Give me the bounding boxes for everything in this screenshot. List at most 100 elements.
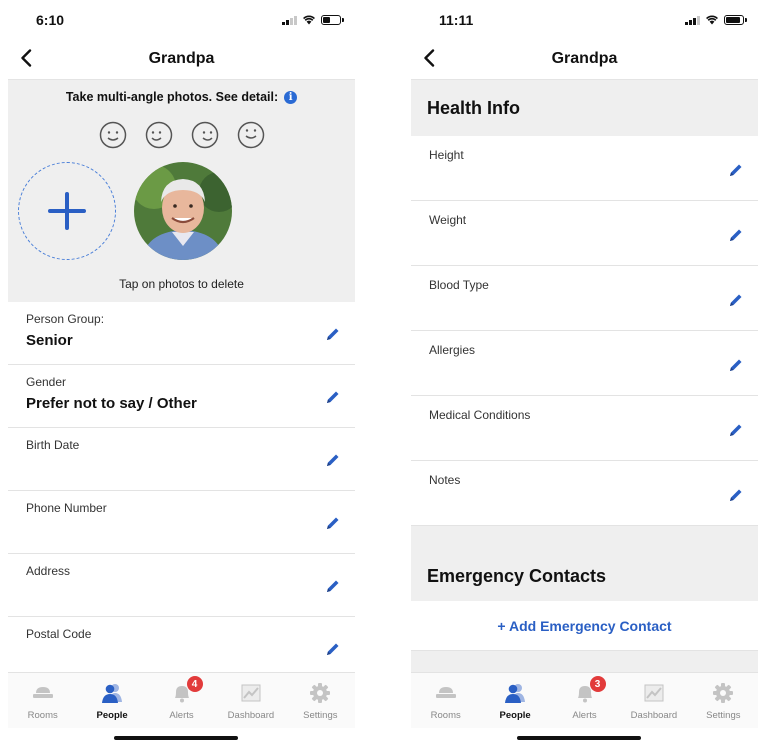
face-front-icon bbox=[99, 121, 126, 149]
gear-icon bbox=[713, 683, 734, 703]
tab-settings[interactable]: Settings bbox=[286, 673, 355, 728]
person-photo[interactable] bbox=[134, 162, 232, 260]
field-value: Prefer not to say / Other bbox=[26, 395, 197, 412]
photo-hint: Take multi-angle photos. See detail: i bbox=[8, 90, 355, 104]
home-indicator bbox=[517, 736, 641, 740]
field-label: Allergies bbox=[429, 343, 476, 357]
add-photo-button[interactable] bbox=[18, 162, 116, 260]
battery-icon bbox=[724, 14, 747, 25]
rooms-icon bbox=[32, 687, 53, 698]
field-label: Notes bbox=[429, 473, 461, 487]
health-info-header: Health Info bbox=[411, 80, 758, 136]
field-person-group: Person Group: Senior bbox=[8, 302, 355, 365]
tab-dashboard[interactable]: Dashboard bbox=[619, 673, 688, 728]
tab-label: People bbox=[96, 710, 128, 721]
pencil-icon[interactable] bbox=[728, 357, 744, 373]
pencil-icon[interactable] bbox=[728, 227, 744, 243]
status-bar: 6:10 bbox=[8, 0, 355, 38]
status-icons bbox=[685, 14, 747, 25]
status-time: 11:11 bbox=[439, 12, 474, 28]
person-profile-screen: 6:10 Grandpa Take multi-angle photos. Se… bbox=[8, 0, 355, 740]
health-row-notes: Notes bbox=[411, 461, 758, 526]
pencil-icon[interactable] bbox=[325, 389, 341, 405]
chart-icon bbox=[241, 684, 261, 702]
health-row-allergies: Allergies bbox=[411, 331, 758, 396]
field-label: Weight bbox=[429, 213, 467, 227]
photo-section: Take multi-angle photos. See detail: i T… bbox=[8, 80, 355, 302]
tab-people[interactable]: People bbox=[77, 673, 146, 728]
field-label: Blood Type bbox=[429, 278, 489, 292]
tab-people[interactable]: People bbox=[480, 673, 549, 728]
home-indicator bbox=[114, 736, 238, 740]
tab-settings[interactable]: Settings bbox=[689, 673, 758, 728]
tab-rooms[interactable]: Rooms bbox=[8, 673, 77, 728]
rooms-icon bbox=[435, 687, 456, 698]
battery-icon bbox=[321, 14, 344, 25]
pencil-icon[interactable] bbox=[728, 422, 744, 438]
people-icon bbox=[505, 684, 526, 703]
page-title: Grandpa bbox=[551, 50, 618, 67]
field-value: Senior bbox=[26, 332, 73, 349]
tab-label: Settings bbox=[706, 710, 741, 721]
emergency-contacts-header: Emergency Contacts bbox=[411, 526, 758, 601]
pencil-icon[interactable] bbox=[325, 515, 341, 531]
nav-bar: Grandpa bbox=[411, 38, 758, 80]
status-icons bbox=[282, 14, 344, 25]
wifi-icon bbox=[706, 15, 718, 25]
field-label: Birth Date bbox=[26, 438, 80, 452]
tab-label: Dashboard bbox=[630, 710, 678, 721]
pencil-icon[interactable] bbox=[728, 292, 744, 308]
page-title: Grandpa bbox=[148, 50, 215, 67]
field-label: Phone Number bbox=[26, 501, 107, 515]
tab-label: Alerts bbox=[572, 710, 597, 721]
health-info-screen: 11:11 Grandpa Health Info Height Weight … bbox=[411, 0, 758, 740]
pencil-icon[interactable] bbox=[325, 326, 341, 342]
tab-bar: Rooms People 3 Alerts Dashboard Settings bbox=[411, 672, 758, 728]
tab-label: Alerts bbox=[169, 710, 194, 721]
alerts-badge: 4 bbox=[186, 676, 203, 692]
tab-alerts[interactable]: 4 Alerts bbox=[147, 673, 216, 728]
signal-icon bbox=[282, 15, 297, 25]
pencil-icon[interactable] bbox=[325, 641, 341, 657]
alerts-badge: 3 bbox=[589, 676, 606, 692]
field-label: Address bbox=[26, 564, 71, 578]
field-label: Height bbox=[429, 148, 464, 162]
tab-label: Rooms bbox=[27, 710, 58, 721]
health-row-height: Height bbox=[411, 136, 758, 201]
health-row-weight: Weight bbox=[411, 201, 758, 266]
pencil-icon[interactable] bbox=[728, 162, 744, 178]
tab-label: People bbox=[499, 710, 531, 721]
face-up-icon bbox=[237, 121, 264, 149]
field-phone-number: Phone Number bbox=[8, 491, 355, 554]
field-gender: Gender Prefer not to say / Other bbox=[8, 365, 355, 428]
photo-hint-text: Take multi-angle photos. See detail: bbox=[65, 90, 279, 104]
photo-caption: Tap on photos to delete bbox=[119, 277, 244, 291]
person-photo-image bbox=[134, 162, 232, 260]
pencil-icon[interactable] bbox=[325, 578, 341, 594]
field-label: Person Group: bbox=[26, 312, 105, 326]
pencil-icon[interactable] bbox=[728, 487, 744, 503]
nav-bar: Grandpa bbox=[8, 38, 355, 80]
signal-icon bbox=[685, 15, 700, 25]
add-emergency-contact-button[interactable]: + Add Emergency Contact bbox=[497, 618, 671, 634]
health-row-medical-conditions: Medical Conditions bbox=[411, 396, 758, 461]
status-time: 6:10 bbox=[36, 12, 65, 28]
health-row-blood-type: Blood Type bbox=[411, 266, 758, 331]
info-icon[interactable]: i bbox=[284, 90, 298, 104]
tab-label: Settings bbox=[303, 710, 338, 721]
gear-icon bbox=[310, 683, 331, 703]
chart-icon bbox=[644, 684, 664, 702]
tab-label: Dashboard bbox=[227, 710, 275, 721]
pencil-icon[interactable] bbox=[325, 452, 341, 468]
add-contact-row: + Add Emergency Contact bbox=[411, 601, 758, 651]
tab-alerts[interactable]: 3 Alerts bbox=[550, 673, 619, 728]
field-postal-code: Postal Code bbox=[8, 617, 355, 680]
field-label: Gender bbox=[26, 375, 67, 389]
tab-label: Rooms bbox=[430, 710, 461, 721]
angle-faces bbox=[8, 120, 355, 150]
tab-dashboard[interactable]: Dashboard bbox=[216, 673, 285, 728]
tab-rooms[interactable]: Rooms bbox=[411, 673, 480, 728]
status-bar: 11:11 bbox=[411, 0, 758, 38]
field-address: Address bbox=[8, 554, 355, 617]
wifi-icon bbox=[303, 15, 315, 25]
